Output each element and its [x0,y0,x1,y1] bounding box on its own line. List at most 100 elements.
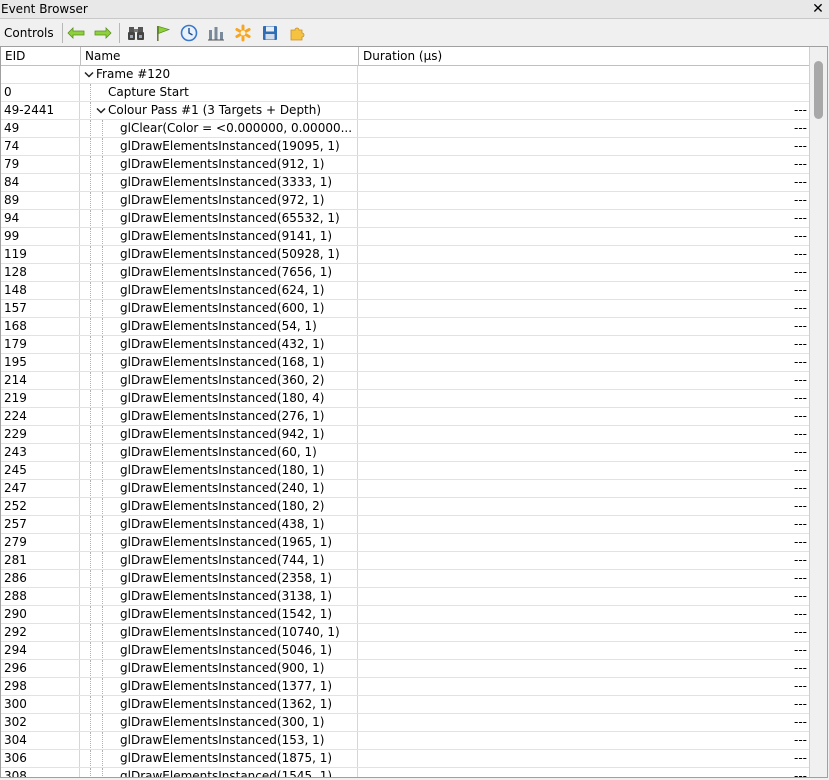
event-name-cell: glDrawElementsInstanced(54, 1) [80,318,358,335]
tree-guide-line [90,534,92,551]
event-row[interactable]: 195 glDrawElementsInstanced(168, 1) --- [1,354,809,372]
event-row[interactable]: 0 Capture Start [1,84,809,102]
event-row[interactable]: 302 glDrawElementsInstanced(300, 1) --- [1,714,809,732]
event-duration: --- [794,715,807,729]
event-name: glDrawElementsInstanced(972, 1) [120,193,325,207]
event-name: glDrawElementsInstanced(65532, 1) [120,211,340,225]
chevron-down-icon[interactable] [84,71,94,79]
event-row[interactable]: 279 glDrawElementsInstanced(1965, 1) --- [1,534,809,552]
event-row[interactable]: 257 glDrawElementsInstanced(438, 1) --- [1,516,809,534]
bookmark-button[interactable] [152,23,174,43]
event-id: 279 [1,534,80,551]
event-row[interactable]: 214 glDrawElementsInstanced(360, 2) --- [1,372,809,390]
event-id: 286 [1,570,80,587]
event-name: glDrawElementsInstanced(900, 1) [120,661,325,675]
tree-guide-line [102,444,104,461]
save-icon [263,26,277,40]
forward-button[interactable] [92,23,114,43]
event-row[interactable]: 229 glDrawElementsInstanced(942, 1) --- [1,426,809,444]
close-icon[interactable]: ✕ [811,0,825,18]
event-row[interactable]: 219 glDrawElementsInstanced(180, 4) --- [1,390,809,408]
event-name-cell: glDrawElementsInstanced(600, 1) [80,300,358,317]
event-duration [358,66,809,83]
tree-guide-line [90,678,92,695]
event-row[interactable]: 252 glDrawElementsInstanced(180, 2) --- [1,498,809,516]
columns-button[interactable] [205,23,227,43]
event-row[interactable]: Frame #120 [1,66,809,84]
tree-guide-line [90,498,92,515]
chevron-down-icon[interactable] [96,107,106,115]
event-id: 157 [1,300,80,317]
event-row[interactable]: 304 glDrawElementsInstanced(153, 1) --- [1,732,809,750]
event-row[interactable]: 247 glDrawElementsInstanced(240, 1) --- [1,480,809,498]
tree-guide-line [90,120,92,137]
event-name: glDrawElementsInstanced(3138, 1) [120,589,333,603]
event-row[interactable]: 128 glDrawElementsInstanced(7656, 1) --- [1,264,809,282]
column-header-eid[interactable]: EID [1,47,81,65]
event-row[interactable]: 296 glDrawElementsInstanced(900, 1) --- [1,660,809,678]
event-row[interactable]: 74 glDrawElementsInstanced(19095, 1) --- [1,138,809,156]
event-name: glDrawElementsInstanced(624, 1) [120,283,325,297]
event-duration: --- [794,535,807,549]
tree-guide-line [90,390,92,407]
vertical-scrollbar[interactable] [809,47,827,777]
event-row[interactable]: 148 glDrawElementsInstanced(624, 1) --- [1,282,809,300]
filter-button[interactable] [286,23,308,43]
event-name: glDrawElementsInstanced(19095, 1) [120,139,340,153]
export-button[interactable] [259,23,281,43]
event-row[interactable]: 89 glDrawElementsInstanced(972, 1) --- [1,192,809,210]
event-name-cell: glDrawElementsInstanced(180, 4) [80,390,358,407]
event-row[interactable]: 119 glDrawElementsInstanced(50928, 1) --- [1,246,809,264]
event-name: glDrawElementsInstanced(942, 1) [120,427,325,441]
settings-button[interactable] [232,23,254,43]
event-row[interactable]: 290 glDrawElementsInstanced(1542, 1) --- [1,606,809,624]
event-row[interactable]: 294 glDrawElementsInstanced(5046, 1) --- [1,642,809,660]
event-id: 84 [1,174,80,191]
event-id [1,66,80,83]
column-header-name[interactable]: Name [81,47,359,65]
event-row[interactable]: 79 glDrawElementsInstanced(912, 1) --- [1,156,809,174]
event-row[interactable]: 157 glDrawElementsInstanced(600, 1) --- [1,300,809,318]
event-row[interactable]: 94 glDrawElementsInstanced(65532, 1) --- [1,210,809,228]
tree-guide-line [90,444,92,461]
event-row[interactable]: 306 glDrawElementsInstanced(1875, 1) --- [1,750,809,768]
event-name: Capture Start [108,85,189,99]
event-row[interactable]: 84 glDrawElementsInstanced(3333, 1) --- [1,174,809,192]
event-row[interactable]: 179 glDrawElementsInstanced(432, 1) --- [1,336,809,354]
event-name: glDrawElementsInstanced(2358, 1) [120,571,333,585]
event-id: 304 [1,732,80,749]
event-row[interactable]: 168 glDrawElementsInstanced(54, 1) --- [1,318,809,336]
event-row[interactable]: 99 glDrawElementsInstanced(9141, 1) --- [1,228,809,246]
tree-guide-line [102,336,104,353]
event-tree[interactable]: EID Name Duration (µs) Frame #120 0 Captur… [0,46,828,778]
event-duration: --- [794,211,807,225]
event-row[interactable]: 49-2441 Colour Pass #1 (3 Targets + Depth… [1,102,809,120]
event-duration: --- [794,769,807,778]
event-row[interactable]: 288 glDrawElementsInstanced(3138, 1) --- [1,588,809,606]
event-row[interactable]: 245 glDrawElementsInstanced(180, 1) --- [1,462,809,480]
event-row[interactable]: 300 glDrawElementsInstanced(1362, 1) --- [1,696,809,714]
scrollbar-thumb[interactable] [814,61,823,119]
event-row[interactable]: 298 glDrawElementsInstanced(1377, 1) --- [1,678,809,696]
event-row[interactable]: 243 glDrawElementsInstanced(60, 1) --- [1,444,809,462]
toolbar-separator [62,23,63,43]
column-header-duration[interactable]: Duration (µs) [359,47,809,65]
back-button[interactable] [65,23,87,43]
event-row[interactable]: 308 glDrawElementsInstanced(1545, 1) --- [1,768,809,778]
event-name-cell: glDrawElementsInstanced(624, 1) [80,282,358,299]
time-durations-button[interactable] [178,23,200,43]
event-id: 296 [1,660,80,677]
event-row[interactable]: 224 glDrawElementsInstanced(276, 1) --- [1,408,809,426]
event-name-cell: glDrawElementsInstanced(65532, 1) [80,210,358,227]
event-row[interactable]: 49 glClear(Color = <0.000000, 0.00000... -… [1,120,809,138]
event-row[interactable]: 286 glDrawElementsInstanced(2358, 1) --- [1,570,809,588]
tree-guide-line [102,570,104,587]
event-row[interactable]: 292 glDrawElementsInstanced(10740, 1) --- [1,624,809,642]
event-duration: --- [794,553,807,567]
find-button[interactable] [125,23,147,43]
event-name: glDrawElementsInstanced(1965, 1) [120,535,333,549]
event-row[interactable]: 281 glDrawElementsInstanced(744, 1) --- [1,552,809,570]
tree-guide-line [102,174,104,191]
event-name-cell: glDrawElementsInstanced(1377, 1) [80,678,358,695]
event-id: 247 [1,480,80,497]
